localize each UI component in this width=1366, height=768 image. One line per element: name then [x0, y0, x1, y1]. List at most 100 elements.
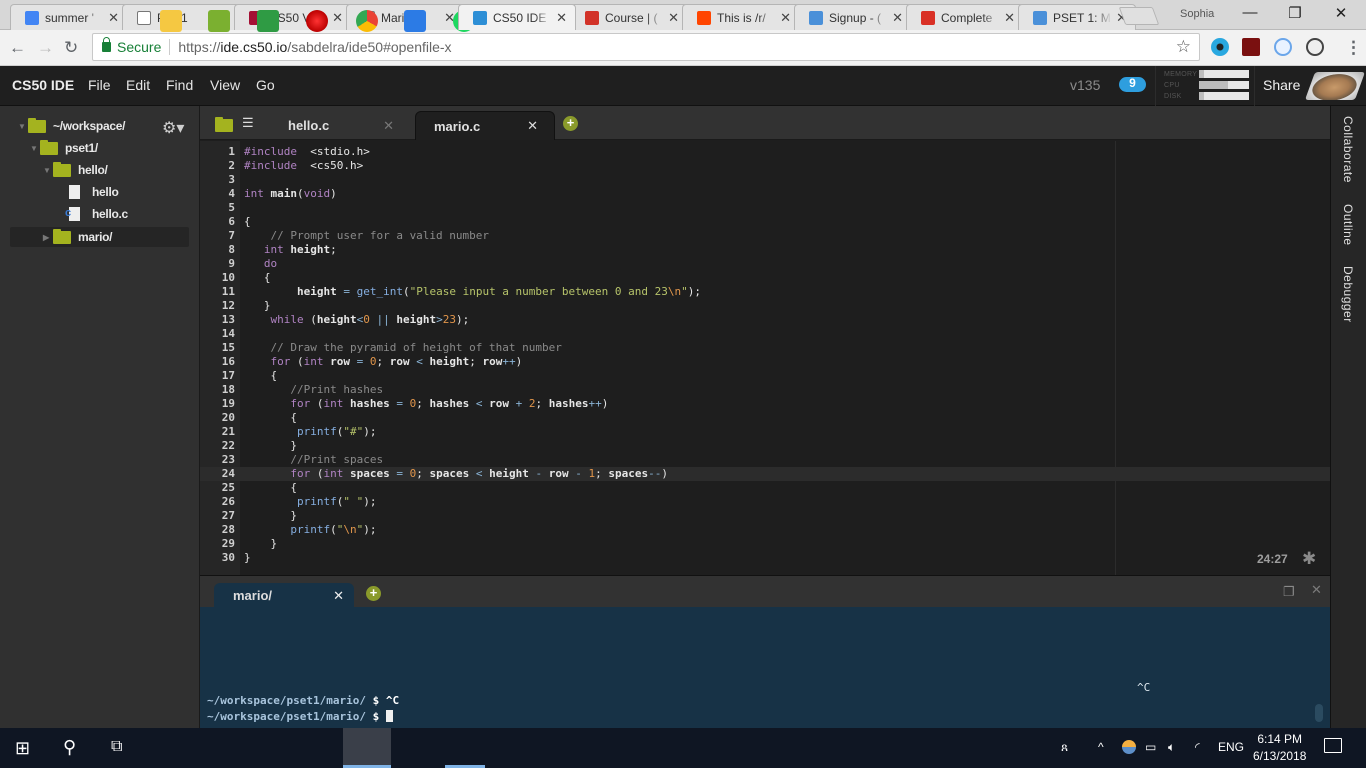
action-center-icon[interactable] — [1324, 738, 1342, 753]
code-line[interactable]: for (int spaces = 0; spaces < height - r… — [244, 467, 668, 481]
address-bar[interactable]: Secure https://ide.cs50.io/sabdelra/ide5… — [92, 33, 1200, 61]
reload-icon[interactable]: ↻ — [64, 38, 78, 58]
close-tab-icon[interactable]: ✕ — [383, 118, 394, 134]
code-line[interactable]: //Print hashes — [244, 383, 383, 397]
close-tab-icon[interactable]: ✕ — [668, 10, 679, 26]
notes-app-icon[interactable] — [257, 10, 279, 32]
debugger-tab[interactable]: Debugger — [1341, 266, 1355, 323]
tray-overflow-icon[interactable]: ^ — [1098, 740, 1104, 754]
code-line[interactable]: { — [244, 369, 277, 383]
browser-tab[interactable]: Course | (✕ — [570, 4, 688, 30]
tree-item-pset1[interactable]: ▼ pset1/ — [30, 138, 98, 158]
file-explorer-icon[interactable] — [160, 10, 182, 32]
code-line[interactable]: while (height<0 || height>23); — [244, 313, 470, 327]
code-line[interactable]: //Print spaces — [244, 453, 383, 467]
extension-eye-icon[interactable] — [1211, 38, 1229, 56]
maximize-button[interactable]: ❐ — [1275, 4, 1315, 22]
close-panel-icon[interactable]: ✕ — [1311, 582, 1322, 598]
close-tab-icon[interactable]: ✕ — [1004, 10, 1015, 26]
code-line[interactable]: // Prompt user for a valid number — [244, 229, 489, 243]
extension-acrobat-icon[interactable] — [1242, 38, 1260, 56]
tree-item-mario-folder[interactable]: ▶ mario/ — [43, 227, 113, 247]
terminal-scrollbar[interactable] — [1315, 704, 1323, 722]
tree-item-hello-c[interactable]: hello.c — [65, 204, 128, 224]
tree-item-workspace[interactable]: ▼ ~/workspace/ — [18, 116, 125, 136]
forward-icon[interactable]: → — [37, 38, 54, 58]
menu-view[interactable]: View — [210, 77, 240, 93]
browser-tab[interactable]: CS50 Vide ✕ — [234, 4, 352, 30]
code-line[interactable]: } — [244, 439, 297, 453]
code-line[interactable]: { — [244, 215, 251, 229]
browser-tab[interactable]: This is /r/ ✕ — [682, 4, 800, 30]
code-line[interactable]: { — [244, 481, 297, 495]
code-line[interactable]: int height; — [244, 243, 337, 257]
code-line[interactable]: { — [244, 271, 271, 285]
gear-icon[interactable]: ⚙▾ — [162, 118, 184, 138]
menu-go[interactable]: Go — [256, 77, 275, 93]
code-line[interactable]: printf("\n"); — [244, 523, 376, 537]
tree-item-hello-file[interactable]: hello — [69, 182, 119, 202]
user-avatar[interactable] — [1304, 72, 1366, 100]
extension-panda-icon[interactable] — [1306, 38, 1324, 56]
new-tab-plus-icon[interactable]: + — [563, 116, 578, 131]
close-terminal-tab-icon[interactable]: ✕ — [333, 583, 344, 609]
chrome-menu-icon[interactable]: ⋮ — [1345, 38, 1362, 58]
expand-arrow-icon[interactable]: ▼ — [18, 122, 28, 131]
browser-tab[interactable]: summer ' ✕ — [10, 4, 128, 30]
code-line[interactable]: int main(void) — [244, 187, 337, 201]
tree-item-hello-folder[interactable]: ▼ hello/ — [43, 160, 108, 180]
show-tree-folder-icon[interactable] — [215, 117, 233, 132]
collapse-arrow-icon[interactable]: ▶ — [43, 233, 53, 242]
tab-hello-c[interactable]: hello.c ✕ — [270, 111, 410, 140]
task-view-icon[interactable]: ⧉ — [111, 738, 122, 756]
code-line[interactable]: printf("#"); — [244, 425, 377, 439]
expand-arrow-icon[interactable]: ▼ — [43, 166, 53, 175]
menu-find[interactable]: Find — [166, 77, 193, 93]
tray-app-icon[interactable] — [1122, 740, 1136, 754]
close-tab-icon[interactable]: ✕ — [108, 10, 119, 26]
code-line[interactable]: } — [244, 299, 271, 313]
tomato-timer-icon[interactable] — [306, 10, 328, 32]
ide-brand[interactable]: CS50 IDE — [12, 77, 74, 93]
code-line[interactable]: height = get_int("Please input a number … — [244, 285, 701, 299]
outline-tab[interactable]: Outline — [1341, 204, 1355, 246]
close-tab-icon[interactable]: ✕ — [780, 10, 791, 26]
volume-icon[interactable]: 🔈︎ — [1168, 740, 1175, 755]
browser-tab[interactable]: Signup - (✕ — [794, 4, 912, 30]
terminal-tab[interactable]: mario/ ✕ — [214, 583, 354, 608]
close-tab-icon[interactable]: ✕ — [527, 118, 538, 134]
close-tab-icon[interactable]: ✕ — [332, 10, 343, 26]
code-line[interactable]: #include <stdio.h> — [244, 145, 370, 159]
expand-arrow-icon[interactable]: ▼ — [30, 144, 40, 153]
tab-mario-c[interactable]: mario.c ✕ — [415, 111, 555, 140]
new-terminal-plus-icon[interactable]: + — [366, 586, 381, 601]
code-line[interactable]: } — [244, 537, 277, 551]
browser-tab[interactable]: CS50 IDE ✕ — [458, 4, 576, 30]
new-tab-button[interactable] — [1118, 7, 1160, 25]
code-line[interactable]: do — [244, 257, 277, 271]
code-line[interactable]: #include <cs50.h> — [244, 159, 363, 173]
system-clock[interactable]: 6:14 PM 6/13/2018 — [1253, 731, 1306, 765]
menu-edit[interactable]: Edit — [126, 77, 150, 93]
file-list-icon[interactable]: ☰ — [242, 115, 254, 131]
puzzle-icon[interactable]: ✱ — [1302, 549, 1316, 569]
close-tab-icon[interactable]: ✕ — [556, 10, 567, 26]
code-line[interactable]: // Draw the pyramid of height of that nu… — [244, 341, 561, 355]
chrome-icon[interactable] — [356, 10, 378, 32]
wifi-icon[interactable]: ◜ — [1195, 740, 1200, 754]
collaborate-tab[interactable]: Collaborate — [1341, 116, 1355, 183]
close-window-button[interactable]: ✕ — [1321, 4, 1361, 22]
scanner-app-icon[interactable] — [404, 10, 426, 32]
code-line[interactable]: } — [244, 551, 251, 565]
search-icon[interactable]: ⚲ — [63, 737, 76, 758]
share-button[interactable]: Share — [1263, 77, 1300, 93]
cloud-app-icon[interactable] — [208, 10, 230, 32]
menu-file[interactable]: File — [88, 77, 111, 93]
back-icon[interactable]: ← — [9, 38, 26, 58]
browser-tab[interactable]: Complete ✕ — [906, 4, 1024, 30]
code-editor[interactable]: 1 #include <stdio.h> 2 #include <cs50.h> 3 4 i… — [200, 141, 1330, 575]
people-icon[interactable]: ጸ — [1061, 740, 1068, 755]
bookmark-star-icon[interactable]: ☆ — [1176, 37, 1191, 57]
maximize-panel-icon[interactable]: ❐ — [1283, 584, 1295, 600]
windows-start-icon[interactable]: ⊞ — [15, 738, 30, 759]
